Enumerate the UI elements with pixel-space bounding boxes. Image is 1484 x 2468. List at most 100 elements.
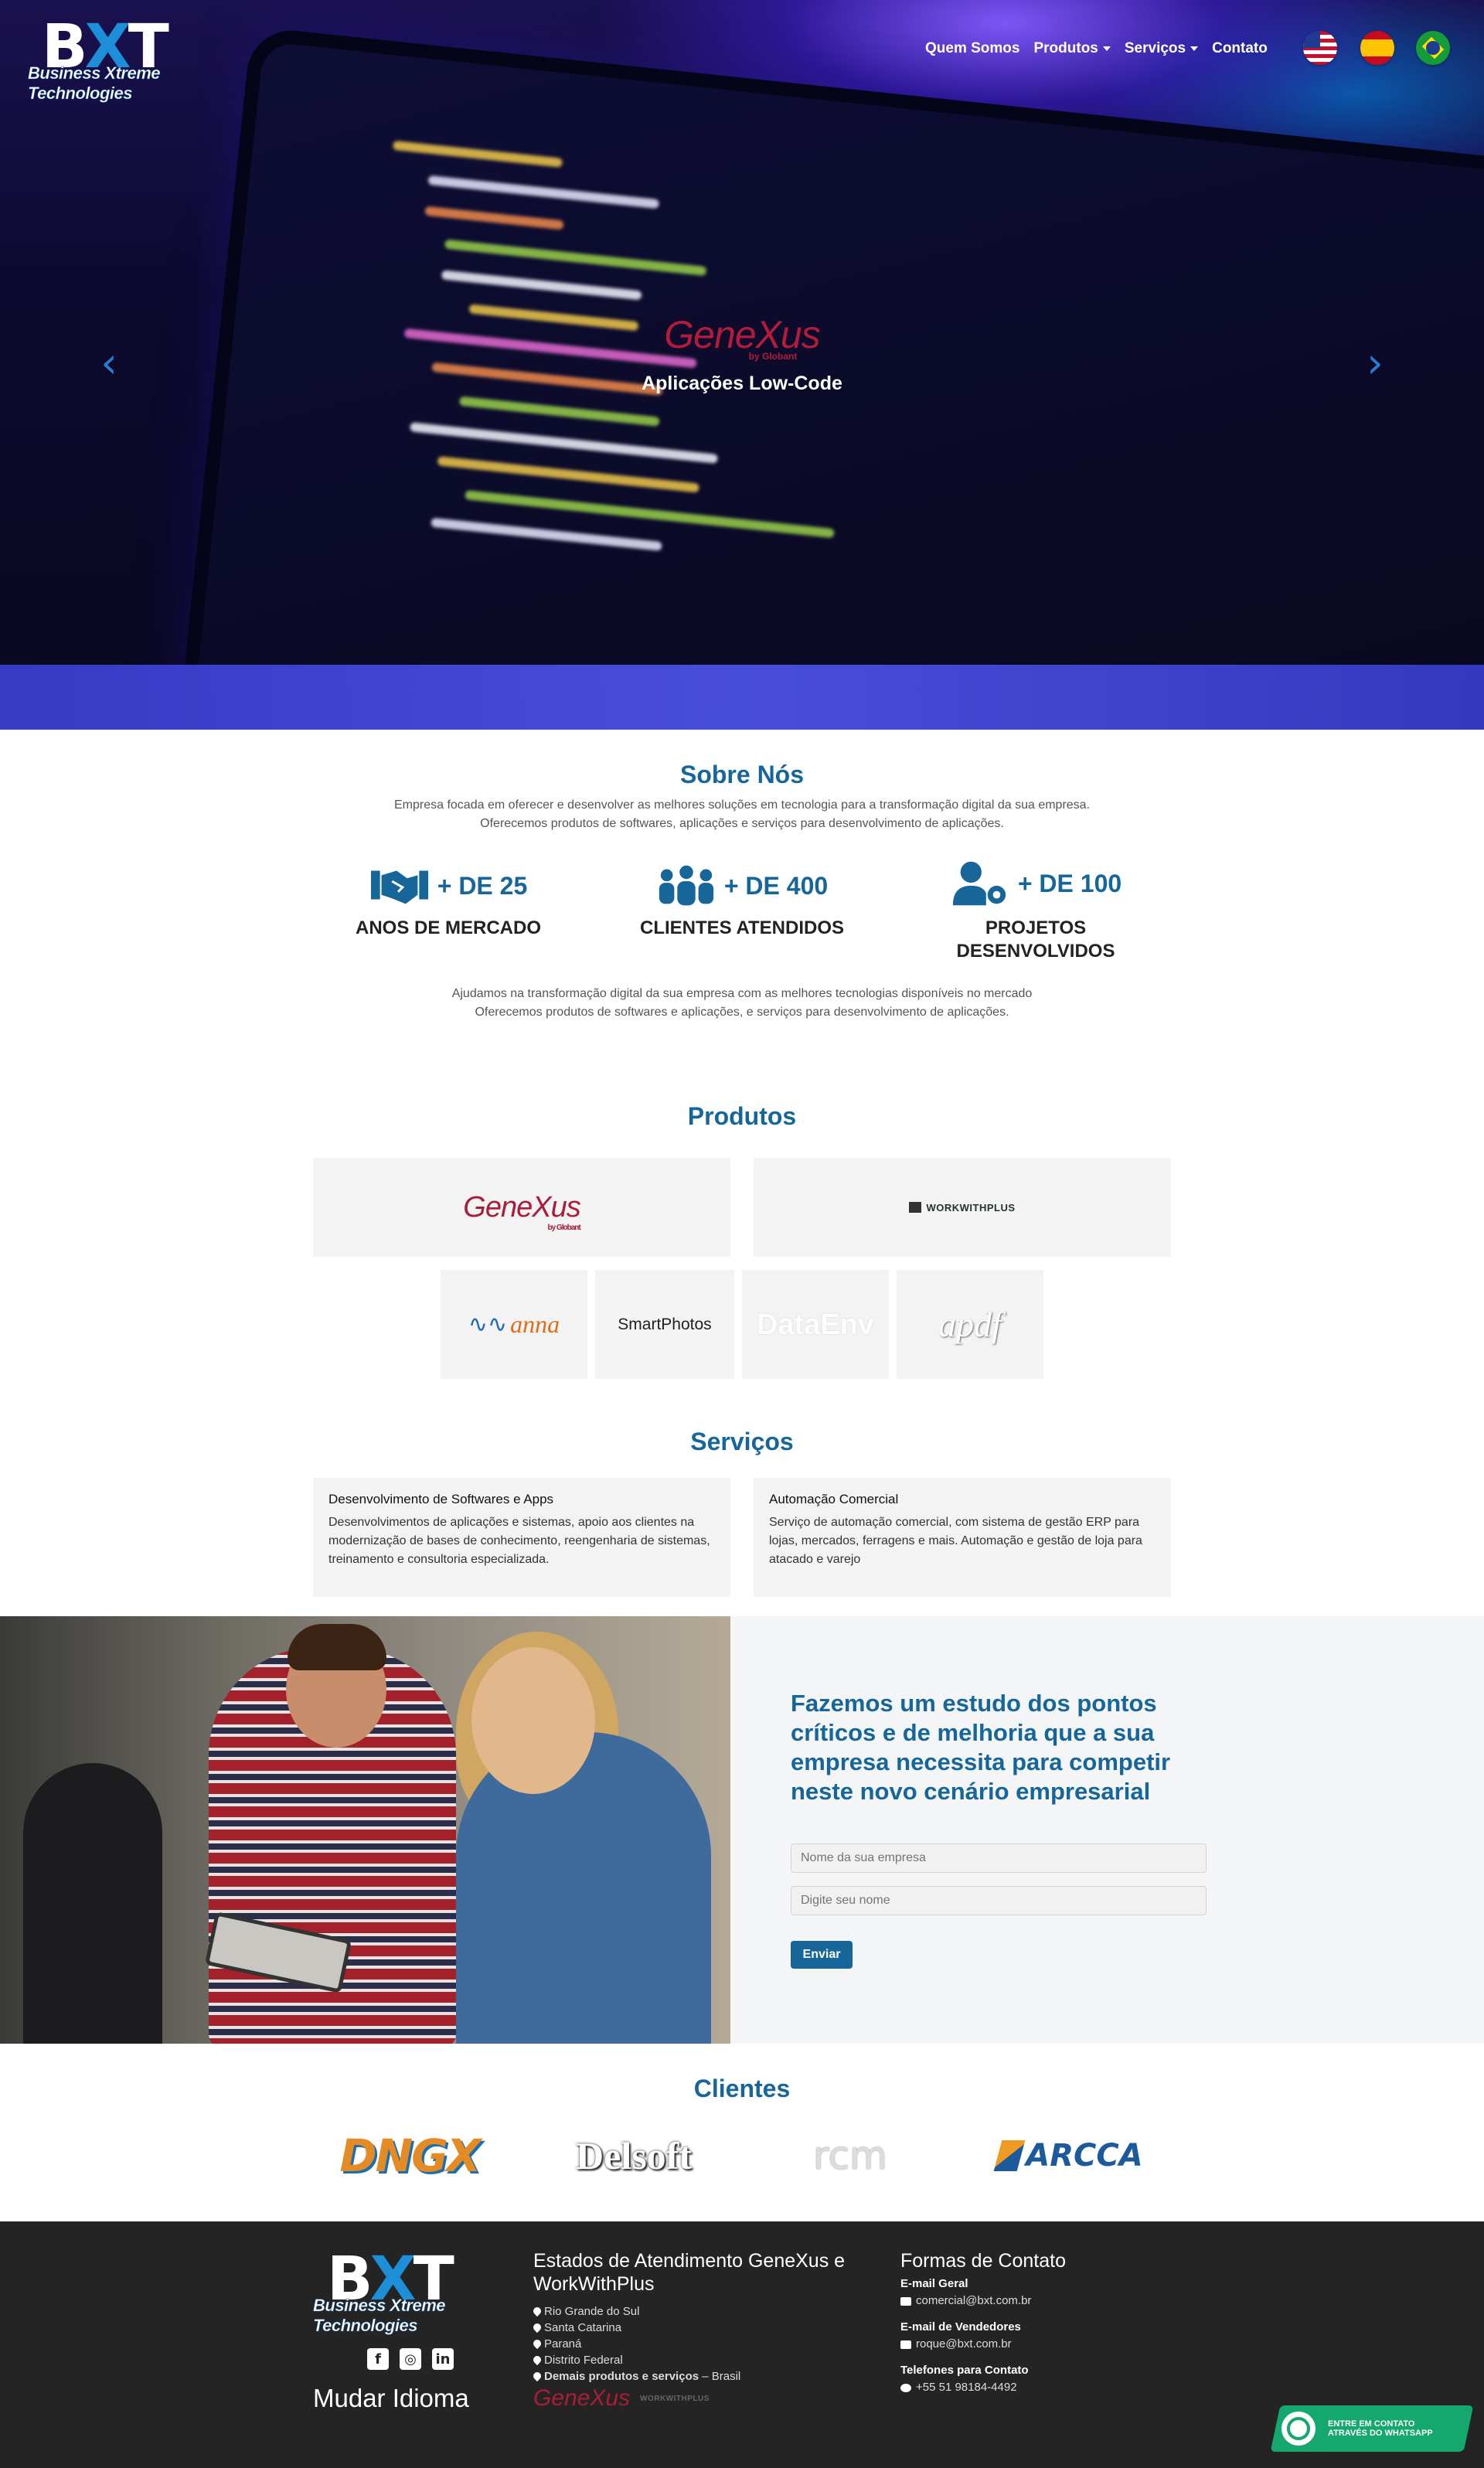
clients-title: Clientes (693, 2075, 791, 2102)
client-dngx-logo[interactable]: DNGX (332, 2121, 487, 2191)
instagram-icon[interactable]: ◎ (400, 2348, 421, 2370)
wwp-mark-icon (909, 1202, 922, 1213)
more-rest: – Brasil (699, 2370, 741, 2383)
product-dataenv[interactable]: DataEnv (742, 1270, 889, 1379)
arcca-text: ARCCA (1026, 2138, 1143, 2174)
state-rs: Rio Grande do Sul (544, 2305, 640, 2318)
genexus-logo: GeneXus by Globant (463, 1190, 580, 1232)
product-smartphotos[interactable]: SmartPhotos (595, 1270, 734, 1379)
anna-wave-icon: ∿∿ (468, 1311, 508, 1338)
genexus-logo-text: GeneXus (463, 1190, 580, 1224)
service-automacao-title: Automação Comercial (769, 1492, 899, 1506)
client-rcm-logo[interactable]: rcm (781, 2121, 920, 2191)
footer-bxt-logo[interactable]: BXT Business Xtreme Technologies (313, 2249, 499, 2335)
nav-servicos[interactable]: Serviços (1124, 40, 1199, 57)
wwp-text: WORKWITHPLUS (926, 1201, 1016, 1214)
nav-links: Quem Somos Produtos Serviços Contato (925, 40, 1281, 57)
about-text-2: Oferecemos produtos de softwares, aplica… (480, 817, 1004, 830)
submit-button[interactable]: Enviar (791, 1941, 853, 1969)
service-software-title: Desenvolvimento de Softwares e Apps (328, 1492, 554, 1506)
phone-row[interactable]: +55 51 98184-4492 (900, 2379, 1156, 2396)
your-name-input[interactable] (791, 1886, 1207, 1915)
nav-produtos-label: Produtos (1033, 40, 1098, 56)
slide-caption: Aplicações Low-Code (642, 373, 842, 394)
workwithplus-logo: WORKWITHPLUS (909, 1202, 1015, 1214)
service-card-software[interactable]: Desenvolvimento de Softwares e Apps Dese… (313, 1478, 730, 1597)
photo-woman-head (471, 1647, 595, 1794)
phone-value: +55 51 98184-4492 (916, 2381, 1017, 2394)
company-name-input[interactable] (791, 1843, 1207, 1873)
email-row[interactable]: comercial@bxt.com.br (900, 2293, 1156, 2310)
stat-clients-value: + DE 400 (723, 871, 829, 900)
hero-bottom-glow (0, 665, 1484, 730)
more-bold: Demais produtos e serviços (544, 2370, 699, 2383)
photo-bg-person (23, 1763, 162, 2044)
nav-quem-somos[interactable]: Quem Somos (925, 40, 1019, 57)
about-text-1: Empresa focada em oferecer e desenvolver… (393, 798, 1091, 812)
change-language[interactable]: Mudar Idioma (313, 2384, 469, 2413)
product-anna[interactable]: ∿∿ anna (441, 1270, 587, 1379)
users-icon (659, 865, 713, 906)
nav-servicos-label: Serviços (1124, 40, 1186, 56)
email-label: E-mail Geral (900, 2277, 968, 2290)
map-pin-icon (531, 2305, 543, 2317)
map-pin-icon (531, 2321, 543, 2334)
es-flag-icon[interactable] (1360, 31, 1394, 65)
map-pin-icon (531, 2370, 543, 2382)
phone-icon (900, 2383, 911, 2392)
map-pin-icon (531, 2337, 543, 2350)
caret-down-icon (1190, 46, 1199, 51)
social-links: f ◎ in (367, 2348, 454, 2370)
footer-states: Estados de Atendimento GeneXus e WorkWit… (531, 2249, 873, 2385)
nav-contato[interactable]: Contato (1212, 40, 1268, 57)
navbar: BXT Business Xtreme Technologies Quem So… (0, 0, 1484, 103)
us-flag-icon[interactable] (1303, 31, 1337, 65)
state-pr: Paraná (544, 2337, 582, 2351)
arcca-chevron-icon (993, 2140, 1026, 2171)
dataenv-logo: DataEnv (756, 1308, 875, 1341)
client-delsoft-logo[interactable]: Delsoft (553, 2121, 715, 2191)
linkedin-icon[interactable]: in (432, 2348, 454, 2370)
product-workwithplus[interactable]: WORKWITHPLUS (754, 1158, 1171, 1257)
photo-woman (456, 1732, 711, 2044)
stat-projects-label-1: PROJETOS (985, 917, 1087, 938)
product-apdf[interactable]: apdf (897, 1270, 1043, 1379)
state-item: Santa Catarina (531, 2320, 873, 2336)
service-software-text: Desenvolvimentos de aplicações e sistema… (328, 1516, 710, 1566)
genexus-wordmark: GeneXus (664, 313, 820, 356)
sales-label: E-mail de Vendedores (900, 2320, 1021, 2334)
client-arcca-logo[interactable]: ARCCA (993, 2121, 1148, 2191)
states-title: Estados de Atendimento GeneXus e WorkWit… (533, 2250, 846, 2295)
service-card-automacao[interactable]: Automação Comercial Serviço de automação… (754, 1478, 1171, 1597)
state-item: Rio Grande do Sul (531, 2303, 873, 2320)
service-automacao-text: Serviço de automação comercial, com sist… (769, 1516, 1142, 1566)
state-df: Distrito Federal (544, 2354, 623, 2367)
cta-title: Fazemos um estudo dos pontos críticos e … (791, 1690, 1171, 1805)
products-title: Produtos (687, 1102, 797, 1130)
state-item: Distrito Federal (531, 2352, 873, 2368)
genexus-by: by Globant (748, 351, 798, 362)
slide-brand-logo: GeneXus by Globant (0, 312, 1484, 362)
facebook-icon[interactable]: f (367, 2348, 389, 2370)
dngx-text: DNGX (339, 2129, 481, 2182)
footer-logo-tagline: Business Xtreme Technologies (313, 2296, 446, 2336)
stat-projects: + DE 100 PROJETOS DESENVOLVIDOS (920, 860, 1152, 963)
nav-produtos[interactable]: Produtos (1033, 40, 1111, 57)
footer: BXT Business Xtreme Technologies f ◎ in … (0, 2221, 1484, 2468)
logo-tagline: Business Xtreme Technologies (28, 63, 161, 104)
stat-projects-label: PROJETOS DESENVOLVIDOS (920, 917, 1152, 963)
team-photo (0, 1616, 730, 2044)
sales-email-row[interactable]: roque@bxt.com.br (900, 2336, 1156, 2353)
anna-logo: ∿∿ anna (468, 1310, 560, 1339)
br-flag-icon[interactable] (1416, 31, 1450, 65)
stat-years-value: + DE 25 (437, 871, 528, 900)
contact-title: Formas de Contato (900, 2250, 1066, 2272)
stat-years-label: ANOS DE MERCADO (355, 917, 541, 938)
whatsapp-button[interactable]: Entre em contato através do WhatsApp (1270, 2405, 1474, 2452)
smartphotos-text: SmartPhotos (618, 1315, 712, 1333)
email-value: comercial@bxt.com.br (916, 2294, 1032, 2307)
bxt-logo[interactable]: BXT Business Xtreme Technologies (28, 17, 213, 103)
product-genexus[interactable]: GeneXus by Globant (313, 1158, 730, 1257)
hero-carousel (0, 0, 1484, 730)
state-item: Paraná (531, 2336, 873, 2352)
